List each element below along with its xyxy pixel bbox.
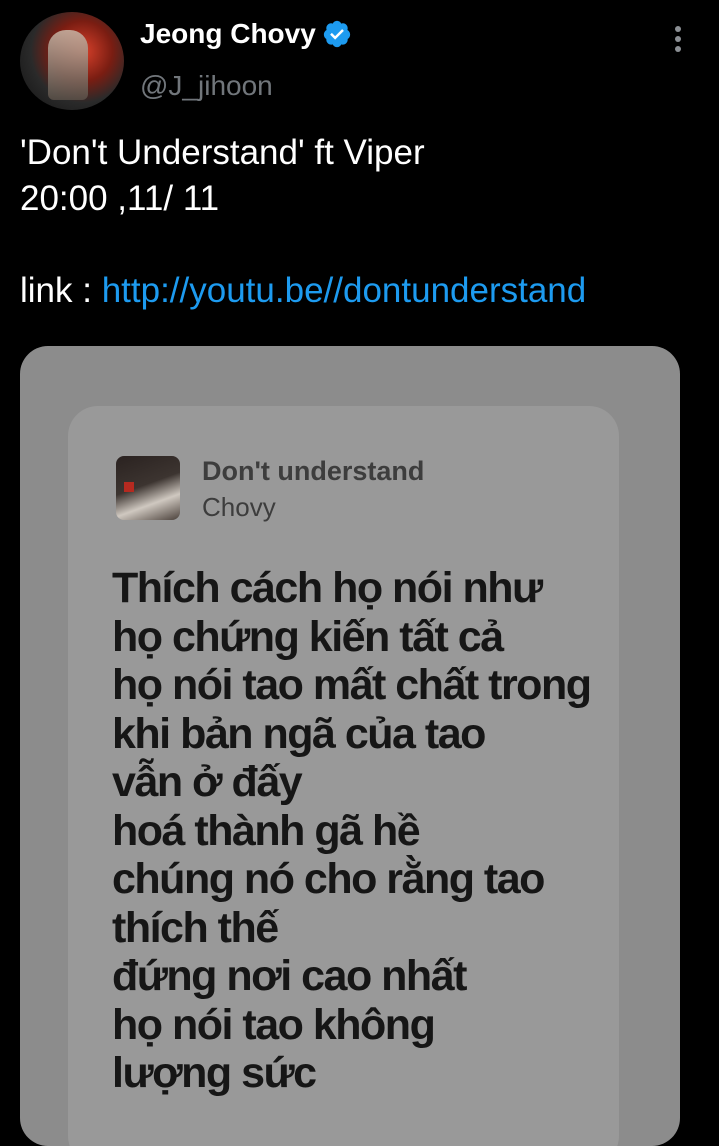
lyric-line: đứng nơi cao nhất <box>112 952 467 1000</box>
lyric-line: thích thế <box>112 903 279 952</box>
lyric-card: Don't understand Chovy Thích cách họ nói… <box>68 406 619 1146</box>
lyric-line: họ chứng kiến tất cả <box>112 612 504 661</box>
lyric-line: chúng nó cho rằng tao <box>112 855 545 903</box>
lyric-line: họ nói tao không <box>112 1000 436 1049</box>
avatar-figure <box>48 30 88 100</box>
lyric-line: vẫn ở đấy <box>112 758 303 806</box>
lyric-line: khi bản ngã của tao <box>112 709 486 758</box>
verified-badge-icon <box>323 20 350 48</box>
display-name[interactable]: Jeong Chovy <box>140 18 316 50</box>
lyric-line: lượng sức <box>112 1049 317 1097</box>
lyrics-block: Thích cách họ nói như họ chứng kiến tất … <box>112 564 612 1098</box>
tweet-media-image[interactable]: Don't understand Chovy Thích cách họ nói… <box>20 346 680 1146</box>
author-name-row[interactable]: Jeong Chovy <box>140 18 352 50</box>
tweet-link[interactable]: http://youtu.be//dontunderstand <box>102 271 587 310</box>
lyric-line: Thích cách họ nói như <box>112 564 543 612</box>
album-art <box>116 456 180 520</box>
more-options-icon[interactable] <box>668 26 688 56</box>
lyric-line: họ nói tao mất chất trong <box>112 661 592 709</box>
user-handle[interactable]: @J_jihoon <box>140 70 273 102</box>
tweet-text: 'Don't Understand' ft Viper 20:00 ,11/ 1… <box>20 130 710 314</box>
lyric-line: hoá thành gã hề <box>112 806 421 855</box>
song-artist: Chovy <box>202 492 276 522</box>
avatar[interactable] <box>20 12 124 110</box>
song-title: Don't understand <box>202 456 425 486</box>
